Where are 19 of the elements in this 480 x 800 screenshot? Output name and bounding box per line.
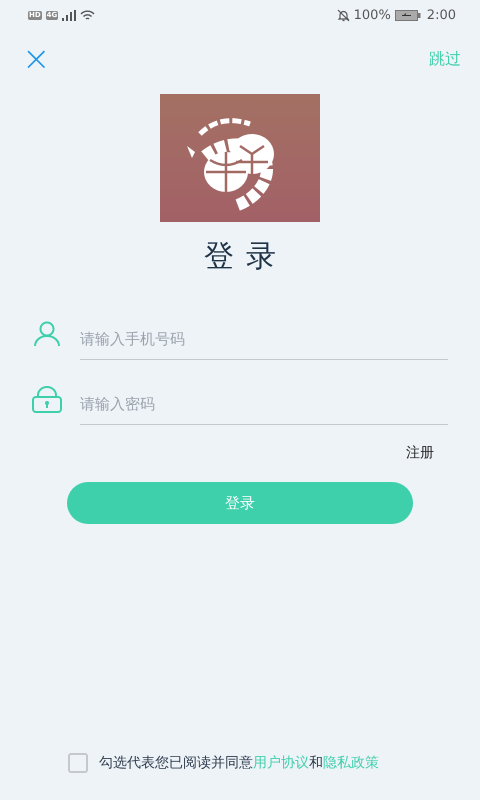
close-button[interactable]: × — [22, 46, 50, 72]
clock-time: 2:00 — [426, 8, 456, 22]
page-title: 登录 — [203, 238, 288, 276]
agreement-text: 勾选代表您已阅读并同意用户协议和隐私政策 — [99, 754, 379, 772]
battery-percent: 100% — [354, 8, 391, 22]
login-button[interactable]: 登录 — [67, 482, 413, 524]
user-agreement-link[interactable]: 用户协议 — [253, 755, 309, 771]
privacy-policy-link[interactable]: 隐私政策 — [323, 755, 379, 771]
password-field[interactable]: 请输入密码 — [80, 384, 448, 425]
person-icon — [33, 320, 61, 346]
lock-icon — [32, 384, 62, 412]
skip-button[interactable]: 跳过 — [429, 48, 461, 70]
phone-field[interactable]: 请输入手机号码 — [80, 319, 448, 360]
signal-icon — [62, 10, 76, 20]
agreement-checkbox[interactable] — [68, 753, 88, 773]
bell-off-icon — [336, 8, 350, 22]
battery-icon — [394, 10, 421, 20]
wifi-icon — [80, 10, 96, 20]
register-link[interactable]: 注册 — [406, 444, 434, 462]
